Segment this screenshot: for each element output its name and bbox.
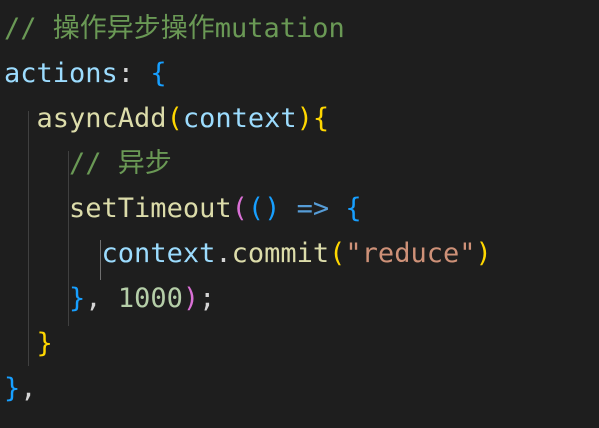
code-token: ( (329, 238, 346, 269)
code-token: // 操作异步操作mutation (4, 13, 345, 44)
code-line[interactable]: }, (4, 366, 599, 412)
code-token: { (345, 193, 362, 224)
code-token: } (36, 328, 53, 359)
code-token: : (117, 58, 151, 89)
code-line[interactable]: setTimeout(() => { (4, 186, 599, 232)
code-token: { (312, 103, 330, 134)
code-token: => (296, 193, 330, 224)
code-line[interactable]: actions: { (4, 51, 599, 97)
code-token: } (69, 283, 86, 314)
code-line[interactable]: // 异步 (4, 141, 599, 187)
code-token: () (247, 193, 281, 224)
code-token: "reduce" (345, 238, 476, 269)
code-line[interactable]: } (4, 321, 599, 367)
code-editor[interactable]: // 操作异步操作mutation actions: { asyncAdd(con… (0, 0, 599, 428)
code-token: ) (182, 283, 200, 314)
code-token: ( (231, 193, 248, 224)
code-token: 1000 (117, 283, 183, 314)
code-token: context (101, 238, 216, 269)
code-token: } (4, 373, 21, 404)
code-token: // 异步 (69, 148, 172, 179)
code-token: ; (199, 283, 216, 314)
code-token: ) (296, 103, 313, 134)
code-token: context (182, 103, 297, 134)
code-token: ) (475, 238, 492, 269)
code-line[interactable]: asyncAdd(context){ (4, 96, 599, 142)
code-token: asyncAdd (36, 103, 167, 134)
code-token: , (85, 283, 118, 314)
code-token: . (215, 238, 232, 269)
code-token: commit (231, 238, 330, 269)
code-token: setTimeout (69, 193, 232, 224)
code-token: { (150, 58, 167, 89)
code-line[interactable]: context.commit("reduce") (4, 231, 599, 277)
code-line[interactable]: // 操作异步操作mutation (4, 6, 599, 52)
code-token: ( (166, 103, 183, 134)
code-line[interactable]: }, 1000); (4, 276, 599, 322)
code-token: , (20, 373, 37, 404)
code-token: actions (4, 58, 118, 89)
